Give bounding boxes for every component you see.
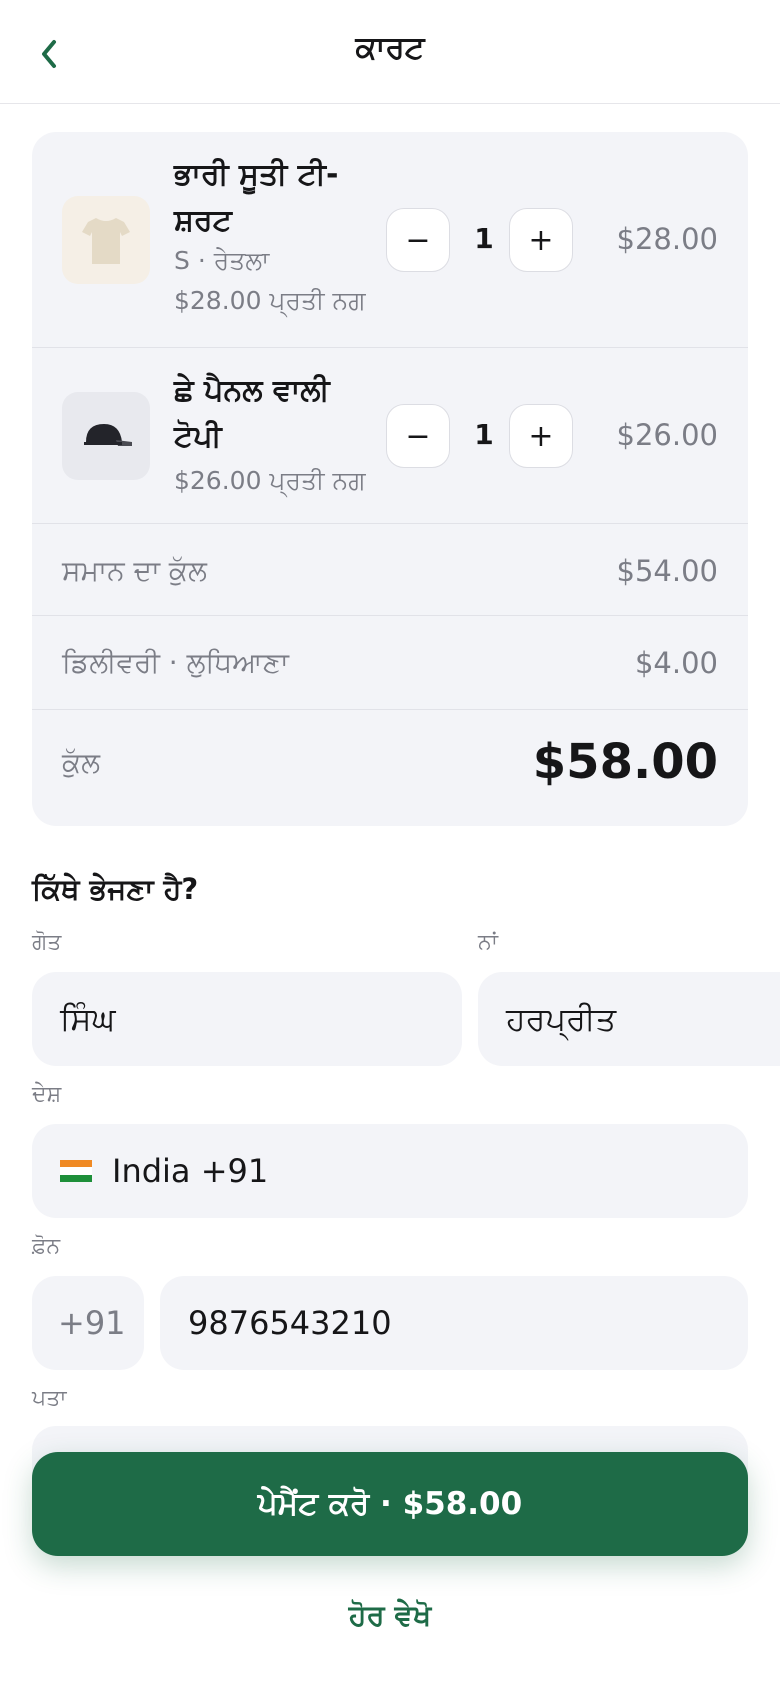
minus-icon: − [405,222,431,258]
item-quantity: 1 [474,222,494,255]
product-thumbnail [62,392,150,480]
total-row: ਕੁੱਲ $58.00 [32,710,748,826]
country-label: ਦੇਸ਼ [32,1082,62,1107]
pay-button[interactable]: ਪੇਮੈਂਟ ਕਰੋ · $58.00 [32,1452,748,1556]
surname-label: ਗੋਤ [32,930,62,955]
shipping-section-title: ਕਿੱਥੇ ਭੇਜਣਾ ਹੈ? [32,872,199,906]
product-thumbnail [62,196,150,284]
india-flag-icon [60,1160,92,1182]
first-name-value: ਹਰਪ੍ਰੀਤ [506,999,617,1038]
phone-code: +91 [58,1304,126,1342]
plus-icon: + [528,222,554,258]
decrease-quantity-button[interactable]: − [386,208,450,272]
minus-icon: − [405,418,431,454]
surname-value: ਸਿੰਘ [60,999,116,1038]
subtotal-label: ਸਮਾਨ ਦਾ ਕੁੱਲ [62,554,207,587]
phone-code-field[interactable]: +91 [32,1276,144,1370]
decrease-quantity-button[interactable]: − [386,404,450,468]
item-unit-price: $28.00 ਪ੍ਰਤੀ ਨਗ [174,286,366,315]
country-select[interactable]: India +91 [32,1124,748,1218]
subtotal-row: ਸਮਾਨ ਦਾ ਕੁੱਲ $54.00 [32,524,748,616]
first-name-field[interactable]: ਹਰਪ੍ਰੀਤ [478,972,780,1066]
see-more-link[interactable]: ਹੋਰ ਵੇਖੋ [0,1598,780,1633]
item-unit-price: $26.00 ਪ੍ਰਤੀ ਨਗ [174,466,366,495]
country-value: India +91 [112,1152,269,1190]
cart-item: ਛੇ ਪੈਨਲ ਵਾਲੀ ਟੋਪੀ $26.00 ਪ੍ਰਤੀ ਨਗ − 1 + … [32,348,748,524]
page-title: ਕਾਰਟ [355,30,425,66]
phone-input[interactable]: 9876543210 [160,1276,748,1370]
delivery-label: ਡਿਲੀਵਰੀ · ਲੁਧਿਆਣਾ [62,646,289,679]
address-label: ਪਤਾ [32,1386,67,1411]
item-variant: S · ਰੇਤਲਾ [174,246,270,275]
item-name: ਭਾਰੀ ਸੂਤੀ ਟੀ-ਸ਼ਰਟ [174,157,339,238]
item-price: $28.00 [616,222,718,256]
cart-summary-card: ਭਾਰੀ ਸੂਤੀ ਟੀ-ਸ਼ਰਟ S · ਰੇਤਲਾ $28.00 ਪ੍ਰਤੀ… [32,132,748,826]
cap-icon [84,424,132,446]
increase-quantity-button[interactable]: + [509,404,573,468]
cart-item: ਭਾਰੀ ਸੂਤੀ ਟੀ-ਸ਼ਰਟ S · ਰੇਤਲਾ $28.00 ਪ੍ਰਤੀ… [32,132,748,348]
first-name-label: ਨਾਂ [478,930,498,955]
surname-field[interactable]: ਸਿੰਘ [32,972,462,1066]
delivery-value: $4.00 [634,646,718,680]
phone-label: ਫ਼ੋਨ [32,1234,61,1259]
phone-value: 9876543210 [188,1304,392,1342]
item-price: $26.00 [616,418,718,452]
item-quantity: 1 [474,418,494,451]
delivery-row: ਡਿਲੀਵਰੀ · ਲੁਧਿਆਣਾ $4.00 [32,616,748,710]
top-bar: ਕਾਰਟ [0,0,780,104]
total-label: ਕੁੱਲ [62,746,101,779]
tshirt-icon [82,218,130,264]
plus-icon: + [528,418,554,454]
total-value: $58.00 [532,734,718,790]
subtotal-value: $54.00 [616,554,718,588]
item-name: ਛੇ ਪੈਨਲ ਵਾਲੀ ਟੋਪੀ [174,373,330,454]
increase-quantity-button[interactable]: + [509,208,573,272]
